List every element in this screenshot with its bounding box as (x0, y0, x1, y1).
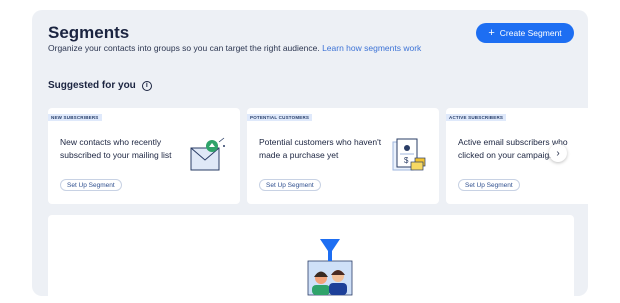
setup-segment-button[interactable]: Set Up Segment (259, 179, 321, 191)
setup-segment-button[interactable]: Set Up Segment (458, 179, 520, 191)
segment-card-potential-customers[interactable]: POTENTIAL CUSTOMERS Potential customers … (247, 108, 439, 204)
subtitle-text: Organize your contacts into groups so yo… (48, 43, 320, 53)
card-description: Potential customers who haven't made a p… (259, 137, 382, 160)
create-segment-label: Create Segment (499, 28, 562, 38)
setup-segment-button[interactable]: Set Up Segment (60, 179, 122, 191)
suggested-heading: Suggested for you i (48, 80, 152, 91)
segments-list-card (48, 215, 574, 296)
card-description: Active email subscribers who clicked on … (458, 137, 568, 160)
carousel-next-button[interactable]: › (549, 144, 567, 162)
envelope-icon (190, 137, 225, 171)
funnel-people-icon (307, 239, 353, 296)
card-tag: NEW SUBSCRIBERS (48, 114, 102, 121)
learn-segments-link[interactable]: Learn how segments work (322, 43, 421, 53)
svg-text:$: $ (404, 156, 409, 165)
suggested-label: Suggested for you (48, 80, 136, 91)
segment-card-active-subscribers[interactable]: ACTIVE SUBSCRIBERS Active email subscrib… (446, 108, 588, 204)
create-segment-button[interactable]: + Create Segment (476, 23, 574, 43)
page-title: Segments (48, 23, 130, 42)
segment-card-new-subscribers[interactable]: NEW SUBSCRIBERS New contacts who recentl… (48, 108, 240, 204)
plus-icon: + (488, 26, 495, 39)
card-tag: POTENTIAL CUSTOMERS (247, 114, 313, 121)
info-icon[interactable]: i (141, 80, 152, 91)
page-subtitle: Organize your contacts into groups so yo… (48, 43, 421, 53)
invoice-icon: $ (392, 138, 426, 171)
card-description: New contacts who recently subscribed to … (60, 137, 172, 160)
segments-panel: Segments Organize your contacts into gro… (32, 10, 588, 296)
card-tag: ACTIVE SUBSCRIBERS (446, 114, 507, 121)
